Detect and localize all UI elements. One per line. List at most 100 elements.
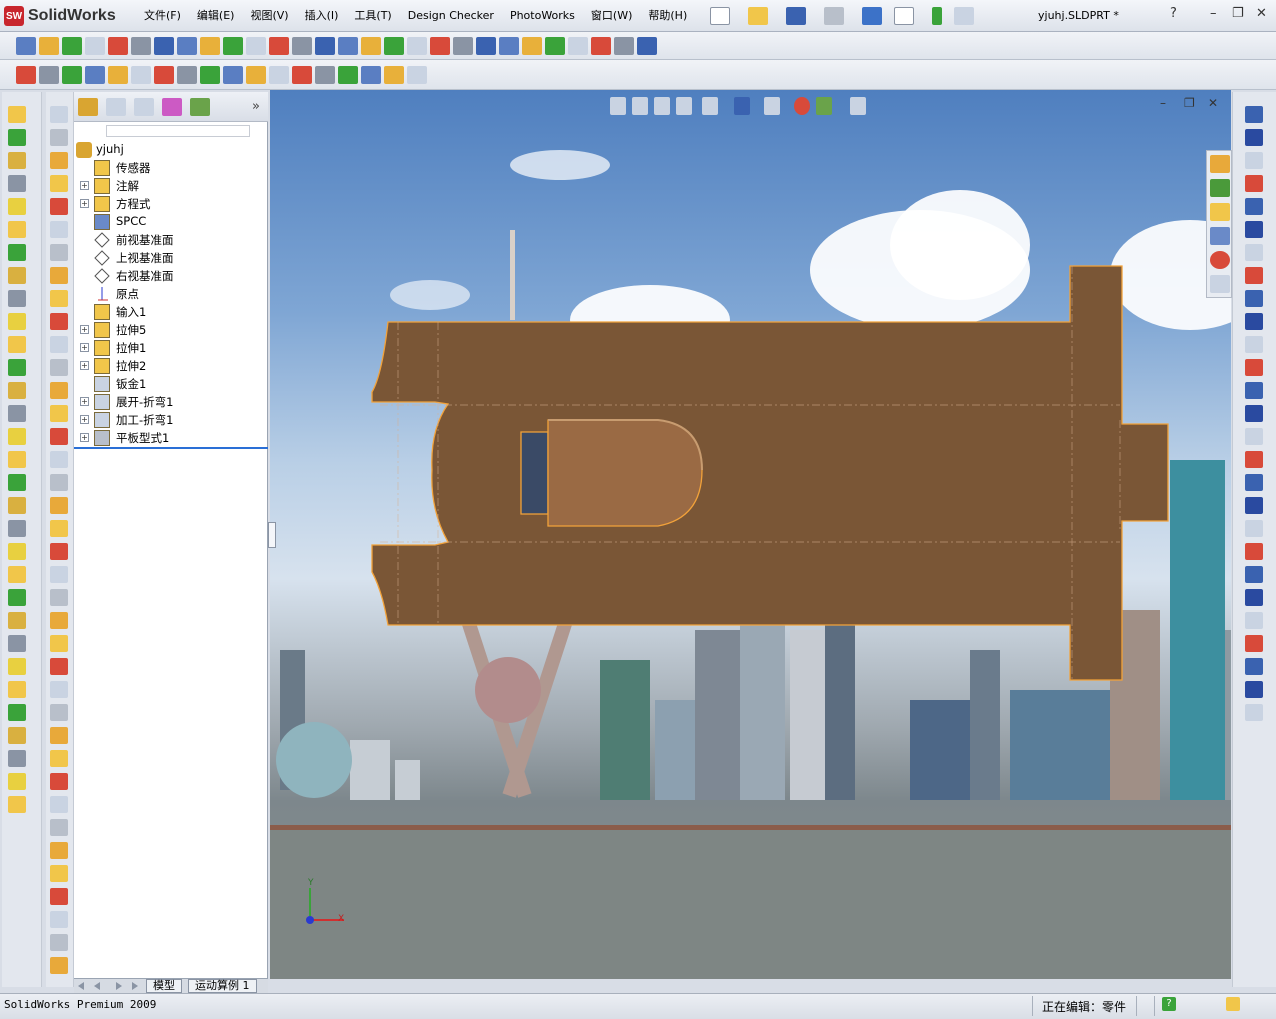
tree-item[interactable]: + 平板型式1 (74, 429, 268, 447)
feature-tool-icon[interactable] (8, 704, 26, 721)
sheetmetal-tool-icon[interactable] (50, 106, 68, 123)
sheetmetal-tool-icon[interactable] (50, 957, 68, 974)
sheetmetal-tool-icon[interactable] (50, 589, 68, 606)
feature-tool-icon[interactable] (8, 727, 26, 744)
minimize-button[interactable]: – (1210, 6, 1217, 21)
section-icon[interactable] (568, 37, 588, 55)
sheetmetal-tool-icon[interactable] (50, 359, 68, 376)
sheetmetal-tool-icon[interactable] (50, 129, 68, 146)
sheetmetal-tool-icon[interactable] (50, 152, 68, 169)
feature-tool-icon[interactable] (8, 566, 26, 583)
feature-tool-icon[interactable] (8, 382, 26, 399)
sketch-tool-icon[interactable] (1245, 704, 1263, 721)
sketch-tool-icon[interactable] (1245, 566, 1263, 583)
feature-tool-icon[interactable] (8, 405, 26, 422)
feature-tool-icon[interactable] (8, 589, 26, 606)
hidden-icon[interactable] (614, 37, 634, 55)
sheetmetal-tool-icon[interactable] (50, 842, 68, 859)
feature-tool-icon[interactable] (8, 612, 26, 629)
sheetmetal-tool-icon[interactable] (50, 451, 68, 468)
mass-icon[interactable] (131, 37, 151, 55)
expand-toggle[interactable]: + (80, 361, 89, 370)
sheetmetal-tool-icon[interactable] (50, 175, 68, 192)
sketch-tool-icon[interactable] (1245, 313, 1263, 330)
sketch-tool-icon[interactable] (1245, 382, 1263, 399)
cube-icon[interactable] (39, 66, 59, 84)
menu-window[interactable]: 窗口(W) (583, 8, 640, 24)
hide-show-icon[interactable] (764, 97, 780, 115)
sketch-tool-icon[interactable] (1245, 451, 1263, 468)
menu-design-checker[interactable]: Design Checker (400, 8, 502, 24)
sheetmetal-tool-icon[interactable] (50, 635, 68, 652)
sketch-tool-icon[interactable] (1245, 290, 1263, 307)
appearance-icon[interactable] (794, 97, 810, 115)
view-back-icon[interactable] (476, 37, 496, 55)
view-normal-icon[interactable] (499, 37, 519, 55)
feature-tool-icon[interactable] (8, 428, 26, 445)
restore-button[interactable]: ❐ (1232, 6, 1244, 21)
sheetmetal-tool-icon[interactable] (50, 267, 68, 284)
macro-icon[interactable] (384, 66, 404, 84)
record-icon[interactable] (361, 66, 381, 84)
zoom-to-fit-icon[interactable] (610, 97, 626, 115)
spellcheck-icon[interactable] (16, 37, 36, 55)
feature-tool-icon[interactable] (8, 152, 26, 169)
link-icon[interactable] (177, 66, 197, 84)
feature-tool-icon[interactable] (8, 244, 26, 261)
view-bottom-icon[interactable] (453, 37, 473, 55)
print-icon[interactable] (824, 7, 844, 25)
menu-edit[interactable]: 编辑(E) (189, 8, 243, 24)
status-help-icon[interactable]: ? (1162, 997, 1176, 1011)
feature-tool-icon[interactable] (8, 175, 26, 192)
feature-tool-icon[interactable] (8, 359, 26, 376)
view-settings-icon[interactable] (850, 97, 866, 115)
sheetmetal-tool-icon[interactable] (50, 382, 68, 399)
grid-icon[interactable] (85, 66, 105, 84)
sheetmetal-tool-icon[interactable] (50, 221, 68, 238)
zoom-area-icon[interactable] (632, 97, 648, 115)
tree-item[interactable]: 钣金1 (74, 375, 268, 393)
sheetmetal-tool-icon[interactable] (50, 819, 68, 836)
sheetmetal-tool-icon[interactable] (50, 497, 68, 514)
design-library-icon[interactable] (1210, 179, 1230, 197)
triad-icon[interactable] (315, 37, 335, 55)
view-iso-icon[interactable] (338, 37, 358, 55)
menu-file[interactable]: 文件(F) (136, 8, 189, 24)
tree-item[interactable]: 右视基准面 (74, 267, 268, 285)
sheetmetal-tool-icon[interactable] (50, 198, 68, 215)
tree-item[interactable]: 输入1 (74, 303, 268, 321)
sheetmetal-tool-icon[interactable] (50, 911, 68, 928)
tab-motion-study[interactable]: 运动算例 1 (188, 979, 257, 993)
feature-tool-icon[interactable] (8, 543, 26, 560)
menu-tools[interactable]: 工具(T) (346, 8, 399, 24)
feature-tool-icon[interactable] (8, 129, 26, 146)
graphics-area[interactable]: – ❐ ✕ Y X (270, 90, 1231, 979)
sketch-tool-icon[interactable] (1245, 221, 1263, 238)
app-logo[interactable]: SW SolidWorks (4, 5, 126, 27)
sheetmetal-tool-icon[interactable] (50, 681, 68, 698)
sketch-tool-icon[interactable] (1245, 405, 1263, 422)
appearances-icon[interactable] (1210, 251, 1230, 269)
shaded-icon[interactable] (591, 37, 611, 55)
feature-tool-icon[interactable] (8, 221, 26, 238)
tree-item[interactable]: + 方程式 (74, 195, 268, 213)
sketch-tool-icon[interactable] (1245, 267, 1263, 284)
feature-tool-icon[interactable] (8, 290, 26, 307)
display-icon[interactable] (131, 66, 151, 84)
sketch-tool-icon[interactable] (1245, 543, 1263, 560)
custom-properties-icon[interactable] (1210, 275, 1230, 293)
sketch-tool-icon[interactable] (1245, 612, 1263, 629)
expand-toggle[interactable]: + (80, 343, 89, 352)
feature-manager-tab-icon[interactable] (78, 98, 98, 116)
sketch-tool-icon[interactable] (1245, 175, 1263, 192)
sphere-icon[interactable] (637, 37, 657, 55)
tree-root[interactable]: yjuhj (74, 141, 268, 159)
sketch-plane-icon[interactable] (200, 66, 220, 84)
sheetmetal-tool-icon[interactable] (50, 888, 68, 905)
tree-item[interactable]: + 拉伸5 (74, 321, 268, 339)
view-right-icon[interactable] (407, 37, 427, 55)
tree-filter-input[interactable] (106, 125, 250, 137)
menu-view[interactable]: 视图(V) (242, 8, 296, 24)
scene-icon[interactable] (816, 97, 832, 115)
tab-model[interactable]: 模型 (146, 979, 182, 993)
